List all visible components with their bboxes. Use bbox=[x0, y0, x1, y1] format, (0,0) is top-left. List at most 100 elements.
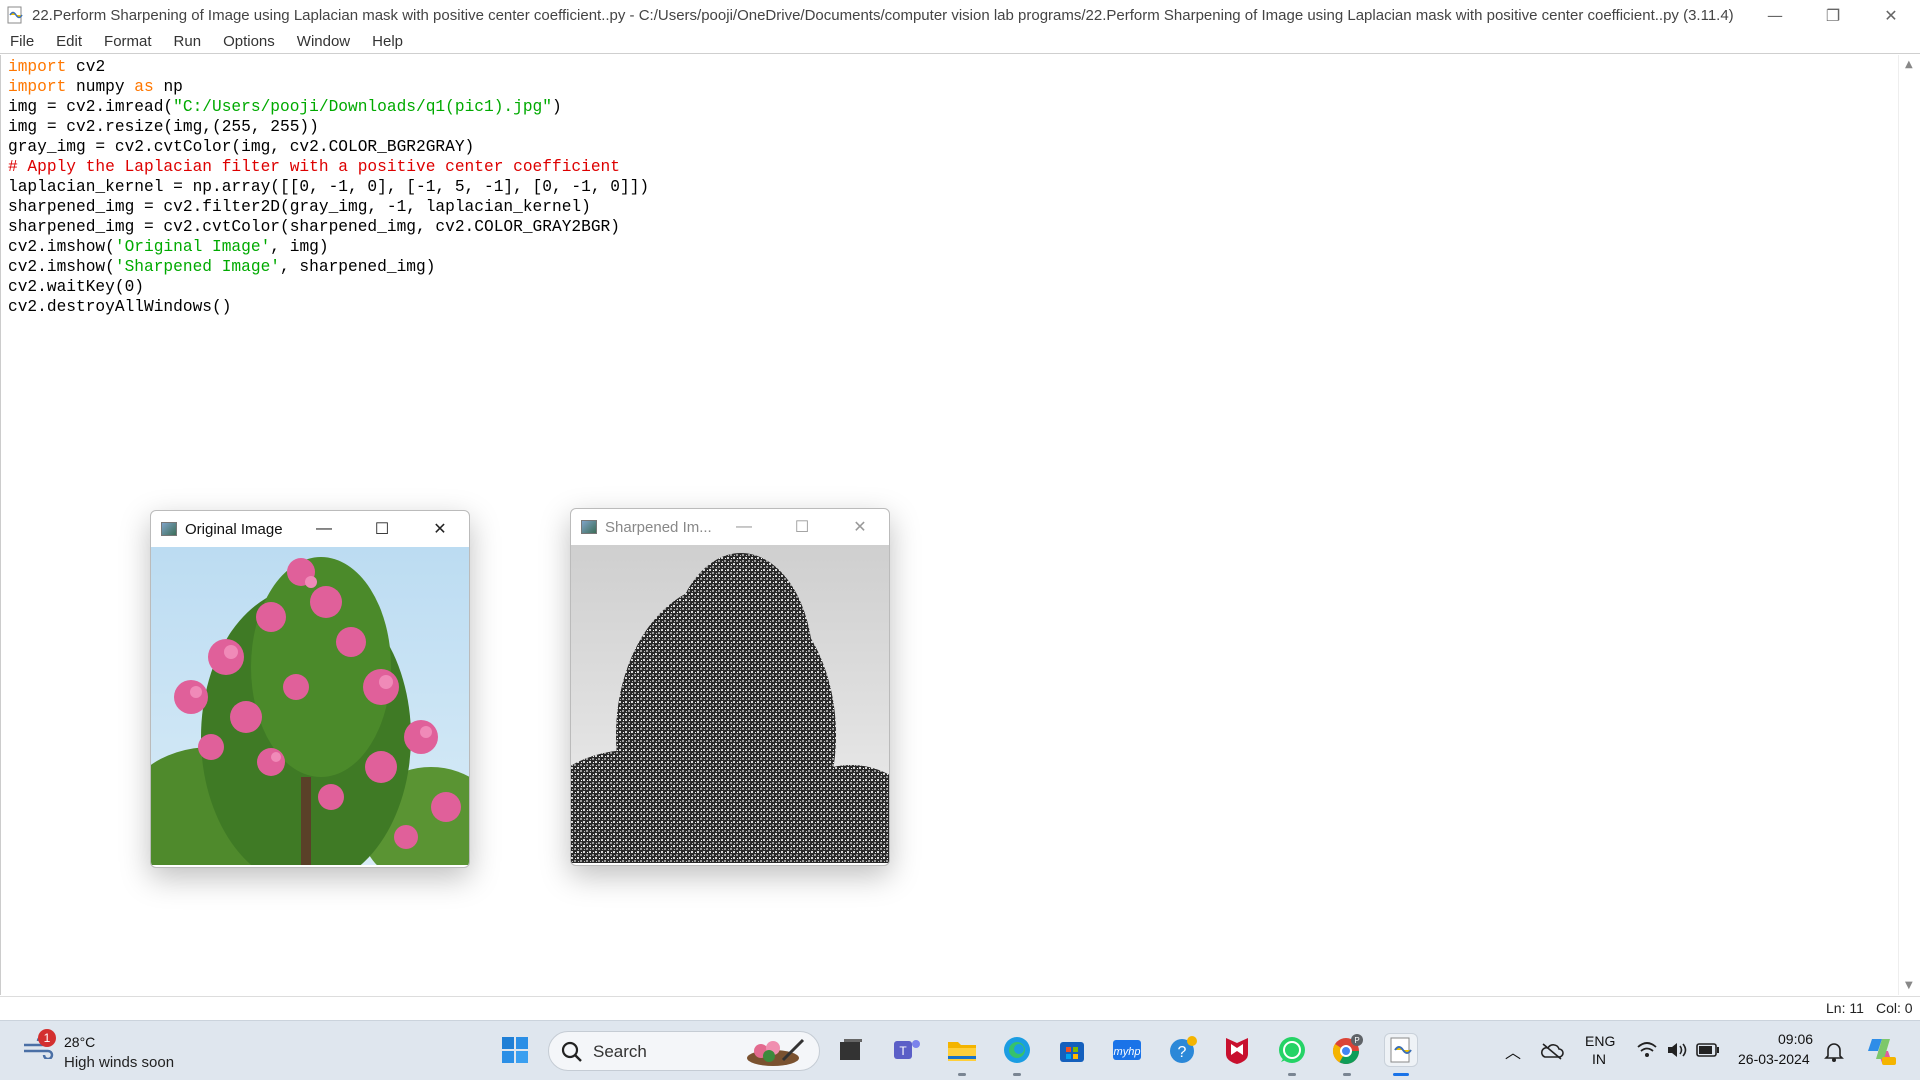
code-token: img = cv2.imread( bbox=[8, 98, 174, 116]
minimize-button[interactable]: — bbox=[715, 518, 773, 536]
window-title: 22.Perform Sharpening of Image using Lap… bbox=[32, 6, 1734, 24]
menu-window[interactable]: Window bbox=[297, 33, 350, 50]
code-token: gray_img = cv2.cvtColor(img, cv2.COLOR_B… bbox=[8, 138, 475, 156]
store-icon[interactable] bbox=[1055, 1033, 1089, 1067]
onedrive-icon[interactable] bbox=[1540, 1041, 1564, 1061]
code-token: "C:/Users/pooji/Downloads/q1(pic1).jpg" bbox=[173, 98, 552, 116]
code-line: img = cv2.resize(img,(255, 255)) bbox=[8, 117, 649, 137]
code-token: sharpened_img = cv2.filter2D(gray_img, -… bbox=[8, 198, 591, 216]
task-view-icon[interactable] bbox=[834, 1033, 868, 1067]
code-line: import numpy as np bbox=[8, 77, 649, 97]
code-token: laplacian_kernel = np.array([[0, -1, 0],… bbox=[8, 178, 650, 196]
code-token: ) bbox=[552, 98, 562, 116]
opencv-window-icon bbox=[581, 520, 597, 534]
code-token: cv2.imshow( bbox=[8, 238, 115, 256]
clock-time[interactable]: 09:06 bbox=[1778, 1031, 1813, 1047]
language-region[interactable]: IN bbox=[1592, 1051, 1606, 1067]
code-token: sharpened_img = cv2.cvtColor(sharpened_i… bbox=[8, 218, 620, 236]
code-line: sharpened_img = cv2.cvtColor(sharpened_i… bbox=[8, 217, 649, 237]
column-indicator: Col: 0 bbox=[1876, 1000, 1913, 1016]
running-indicator bbox=[1343, 1073, 1351, 1076]
help-icon[interactable]: ? bbox=[1166, 1033, 1200, 1067]
taskbar-search-box[interactable]: Search bbox=[548, 1031, 820, 1071]
teams-icon[interactable]: T bbox=[890, 1033, 924, 1067]
hp-icon[interactable]: myhp bbox=[1110, 1033, 1144, 1067]
code-token: import bbox=[8, 78, 67, 96]
code-token: cv2 bbox=[66, 58, 106, 76]
whatsapp-icon[interactable] bbox=[1275, 1033, 1309, 1067]
menu-help[interactable]: Help bbox=[372, 33, 403, 50]
original-window-title: Original Image bbox=[185, 520, 283, 538]
code-token: import bbox=[8, 58, 67, 76]
file-explorer-icon[interactable] bbox=[945, 1033, 979, 1067]
taskbar: 1 28°C High winds soon Search T myhp ? P… bbox=[0, 1020, 1920, 1080]
close-button[interactable]: ✕ bbox=[831, 517, 889, 537]
clock-date[interactable]: 26-03-2024 bbox=[1738, 1051, 1810, 1067]
menu-format[interactable]: Format bbox=[104, 33, 152, 50]
menu-run[interactable]: Run bbox=[174, 33, 202, 50]
minimize-button[interactable]: — bbox=[1746, 0, 1804, 30]
search-icon bbox=[561, 1041, 582, 1062]
code-token: , img) bbox=[270, 238, 329, 256]
line-indicator: Ln: 11 bbox=[1826, 1000, 1864, 1016]
sharpened-window-titlebar[interactable]: Sharpened Im... — ☐ ✕ bbox=[571, 509, 889, 545]
notification-badge: 1 bbox=[38, 1029, 56, 1047]
minimize-button[interactable]: — bbox=[295, 520, 353, 538]
code-line: gray_img = cv2.cvtColor(img, cv2.COLOR_B… bbox=[8, 137, 649, 157]
original-image bbox=[151, 547, 469, 865]
edge-icon[interactable] bbox=[1000, 1033, 1034, 1067]
original-window-titlebar[interactable]: Original Image — ☐ ✕ bbox=[151, 511, 469, 547]
title-bar: 22.Perform Sharpening of Image using Lap… bbox=[0, 0, 1920, 30]
notification-bell-icon[interactable] bbox=[1824, 1041, 1844, 1063]
scroll-down-arrow-icon[interactable]: ▼ bbox=[1905, 980, 1913, 991]
svg-text:myhp: myhp bbox=[1114, 1046, 1141, 1058]
code-token: cv2.waitKey(0) bbox=[8, 278, 144, 296]
opencv-window-icon bbox=[161, 522, 177, 536]
language-primary[interactable]: ENG bbox=[1585, 1033, 1615, 1049]
menu-options[interactable]: Options bbox=[223, 33, 275, 50]
active-indicator bbox=[1393, 1073, 1409, 1076]
maximize-button[interactable]: ☐ bbox=[773, 517, 831, 537]
menu-edit[interactable]: Edit bbox=[56, 33, 82, 50]
original-image-window[interactable]: Original Image — ☐ ✕ bbox=[150, 510, 470, 868]
weather-widget[interactable]: 1 28°C High winds soon bbox=[22, 1029, 192, 1073]
mcafee-icon[interactable] bbox=[1220, 1033, 1254, 1067]
sharpened-image-window[interactable]: Sharpened Im... — ☐ ✕ bbox=[570, 508, 890, 866]
code-line: cv2.destroyAllWindows() bbox=[8, 297, 649, 317]
close-button[interactable]: ✕ bbox=[411, 519, 469, 539]
start-icon[interactable] bbox=[498, 1033, 532, 1067]
sharpened-image bbox=[571, 545, 889, 863]
code-line: cv2.imshow('Sharpened Image', sharpened_… bbox=[8, 257, 649, 277]
battery-icon[interactable] bbox=[1696, 1043, 1720, 1057]
restore-button[interactable]: ❐ bbox=[1804, 0, 1862, 30]
menu-bar: File Edit Format Run Options Window Help bbox=[0, 30, 1920, 54]
sharpened-window-title: Sharpened Im... bbox=[605, 518, 712, 536]
volume-icon[interactable] bbox=[1666, 1041, 1688, 1059]
code-token: , sharpened_img) bbox=[280, 258, 436, 276]
python-idle-icon[interactable] bbox=[1384, 1033, 1418, 1067]
code-token: 'Sharpened Image' bbox=[114, 258, 280, 276]
show-hidden-icons[interactable]: ︿ bbox=[1505, 1039, 1521, 1063]
code-line: sharpened_img = cv2.filter2D(gray_img, -… bbox=[8, 197, 649, 217]
menu-file[interactable]: File bbox=[10, 33, 34, 50]
vertical-scrollbar[interactable]: ▲ ▼ bbox=[1898, 55, 1920, 995]
search-highlight-icon bbox=[747, 1038, 805, 1066]
code-text: import cv2 import numpy as np img = cv2.im… bbox=[8, 57, 649, 317]
svg-text:T: T bbox=[899, 1044, 907, 1058]
close-button[interactable]: ✕ bbox=[1862, 0, 1920, 30]
running-indicator bbox=[958, 1073, 966, 1076]
weather-condition: High winds soon bbox=[64, 1054, 175, 1071]
maximize-button[interactable]: ☐ bbox=[353, 519, 411, 539]
search-label: Search bbox=[593, 1042, 647, 1061]
code-line: img = cv2.imread("C:/Users/pooji/Downloa… bbox=[8, 97, 649, 117]
scroll-up-arrow-icon[interactable]: ▲ bbox=[1905, 59, 1913, 70]
python-file-icon bbox=[7, 6, 23, 24]
status-bar: Ln: 11 Col: 0 bbox=[0, 996, 1920, 1020]
code-line: cv2.imshow('Original Image', img) bbox=[8, 237, 649, 257]
copilot-icon[interactable] bbox=[1864, 1035, 1896, 1067]
chrome-icon[interactable]: P bbox=[1330, 1033, 1364, 1067]
weather-temperature: 28°C bbox=[64, 1034, 96, 1050]
wifi-icon[interactable] bbox=[1636, 1041, 1658, 1059]
code-line: import cv2 bbox=[8, 57, 649, 77]
code-token: 'Original Image' bbox=[114, 238, 271, 256]
